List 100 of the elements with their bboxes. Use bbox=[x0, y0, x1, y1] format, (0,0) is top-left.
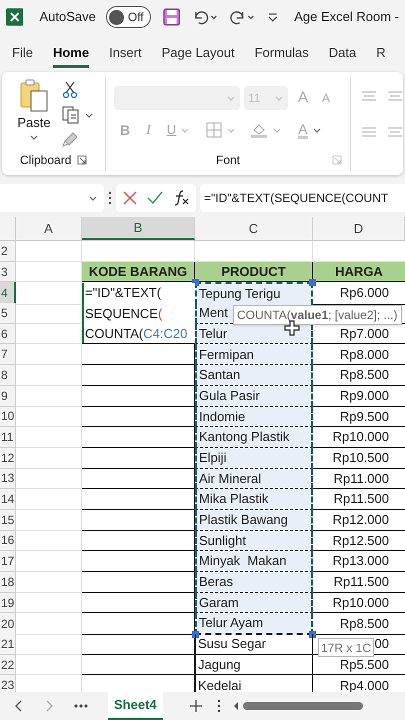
table-cell: Gula Pasir bbox=[195, 386, 313, 406]
range-handle[interactable] bbox=[309, 279, 316, 286]
range-handle[interactable] bbox=[192, 630, 199, 638]
save-icon[interactable] bbox=[162, 8, 180, 26]
ribbon-tab[interactable]: Data bbox=[328, 42, 356, 68]
cut-icon[interactable] bbox=[62, 81, 78, 99]
row-header[interactable]: 6 bbox=[0, 324, 16, 344]
table-cell: Rp8.000 bbox=[313, 344, 405, 366]
more-sheets-icon[interactable] bbox=[74, 704, 88, 708]
row-header[interactable]: 13 bbox=[0, 468, 16, 490]
table-cell: Rp12.500 bbox=[313, 530, 405, 552]
table-cell: Rp10.500 bbox=[313, 448, 405, 469]
table-cell: Kantong Plastik bbox=[195, 427, 313, 448]
cancel-icon[interactable] bbox=[122, 190, 138, 206]
function-icon[interactable] bbox=[172, 189, 190, 207]
table-header-cell: KODE BARANG bbox=[82, 262, 195, 282]
row-header[interactable]: 18 bbox=[0, 572, 16, 593]
table-cell: Elpiji bbox=[195, 448, 313, 469]
ribbon-tab[interactable]: File bbox=[12, 42, 33, 68]
size-tooltip: 17R x 1C bbox=[318, 638, 374, 657]
add-sheet-icon[interactable] bbox=[188, 699, 203, 713]
ribbon-tab[interactable]: Home bbox=[52, 42, 90, 68]
table-cell: Fermipan bbox=[195, 344, 313, 366]
row-header[interactable]: 9 bbox=[0, 386, 16, 406]
row-header[interactable]: 7 bbox=[0, 344, 16, 366]
ribbon-tab[interactable]: R bbox=[376, 42, 386, 68]
table-cell: Indomie bbox=[195, 406, 313, 428]
chevron-down-icon bbox=[274, 94, 284, 102]
table-cell: Rp12.000 bbox=[313, 510, 405, 531]
row-header[interactable]: 2 bbox=[0, 241, 16, 262]
table-cell: Rp10.000 bbox=[313, 427, 405, 448]
table-cell: Rp13.000 bbox=[313, 551, 405, 572]
autosave-label: AutoSave bbox=[39, 8, 96, 26]
row-header[interactable]: 15 bbox=[0, 510, 16, 531]
table-cell: Rp9.000 bbox=[313, 386, 405, 406]
row-header[interactable]: 14 bbox=[0, 489, 16, 510]
row-header[interactable]: 17 bbox=[0, 551, 16, 572]
row-header[interactable]: 20 bbox=[0, 613, 16, 635]
formula-text: COUNTA(C4:C20 bbox=[85, 325, 188, 344]
chevron-down-icon bbox=[88, 194, 98, 202]
paste-button[interactable]: Paste bbox=[14, 79, 54, 132]
row-header[interactable]: 16 bbox=[0, 530, 16, 552]
row-header[interactable]: 3 bbox=[0, 262, 16, 282]
borders-icon[interactable] bbox=[206, 122, 222, 138]
chevron-down-icon[interactable] bbox=[29, 132, 39, 140]
column-header[interactable]: B bbox=[82, 217, 195, 240]
ribbon-tab[interactable]: Insert bbox=[109, 42, 142, 68]
table-cell: Garam bbox=[195, 592, 313, 614]
table-cell: Mika Plastik bbox=[195, 489, 313, 510]
chevron-down-icon bbox=[226, 94, 236, 102]
row-header[interactable]: 5 bbox=[0, 303, 16, 324]
table-cell: Sunlight bbox=[195, 530, 313, 552]
autosave-toggle[interactable]: Off bbox=[106, 6, 151, 28]
fill-bucket-icon[interactable] bbox=[250, 122, 268, 138]
table-cell: Beras bbox=[195, 572, 313, 593]
chevron-down-icon[interactable] bbox=[312, 126, 322, 134]
cross-cursor-icon bbox=[284, 320, 300, 336]
previous-sheet-icon[interactable] bbox=[14, 700, 24, 712]
enter-icon[interactable] bbox=[146, 190, 164, 206]
table-cell: Jagung bbox=[195, 654, 313, 676]
column-header[interactable]: D bbox=[313, 217, 405, 240]
row-header[interactable]: 12 bbox=[0, 448, 16, 469]
sheet-options-icon[interactable] bbox=[216, 699, 221, 713]
clipboard-icon bbox=[19, 79, 49, 113]
table-cell: Rp11.500 bbox=[313, 572, 405, 593]
more-options-icon[interactable] bbox=[108, 191, 112, 205]
sheet-tab[interactable]: Sheet4 bbox=[108, 692, 163, 720]
row-header[interactable]: 4 bbox=[0, 282, 16, 305]
dialog-launcher-icon[interactable] bbox=[77, 155, 87, 165]
table-header-cell: PRODUCT bbox=[195, 262, 313, 282]
table-cell: Rp8.500 bbox=[313, 613, 405, 635]
table-cell: Minyak Makan bbox=[195, 551, 313, 572]
table-cell: Air Mineral bbox=[195, 468, 313, 490]
excel-logo-icon[interactable] bbox=[6, 8, 24, 26]
row-header[interactable]: 21 bbox=[0, 634, 16, 655]
group-label: Font bbox=[216, 152, 240, 169]
document-title: Age Excel Room - bbox=[294, 8, 399, 26]
row-header[interactable]: 23 bbox=[0, 675, 16, 692]
ribbon-tab[interactable]: Page Layout bbox=[162, 42, 235, 68]
row-header[interactable]: 11 bbox=[0, 427, 16, 448]
range-handle[interactable] bbox=[309, 630, 316, 638]
table-cell: Rp9.500 bbox=[313, 406, 405, 428]
formula-input[interactable]: ="ID"&TEXT(SEQUENCE(COUNT bbox=[200, 184, 405, 212]
format-painter-icon[interactable] bbox=[62, 131, 80, 147]
chevron-down-icon[interactable] bbox=[84, 111, 94, 119]
table-header-cell: HARGA bbox=[313, 262, 405, 282]
table-cell: Rp11.000 bbox=[313, 468, 405, 490]
empty-cell[interactable] bbox=[82, 654, 195, 676]
copy-icon[interactable] bbox=[62, 106, 80, 124]
row-header[interactable]: 19 bbox=[0, 592, 16, 614]
row-header[interactable]: 10 bbox=[0, 406, 16, 428]
table-cell: Susu Segar bbox=[195, 634, 313, 655]
row-header[interactable]: 22 bbox=[0, 654, 16, 676]
function-tooltip: COUNTA(value1; [value2]; ...) bbox=[233, 305, 402, 325]
horizontal-scrollbar-icon[interactable] bbox=[232, 701, 363, 711]
row-header[interactable]: 8 bbox=[0, 365, 16, 386]
ribbon-tab[interactable]: Formulas bbox=[254, 42, 309, 68]
column-header[interactable]: C bbox=[195, 217, 313, 240]
formula-text: SEQUENCE( bbox=[85, 304, 164, 323]
next-sheet-icon[interactable] bbox=[44, 700, 54, 712]
